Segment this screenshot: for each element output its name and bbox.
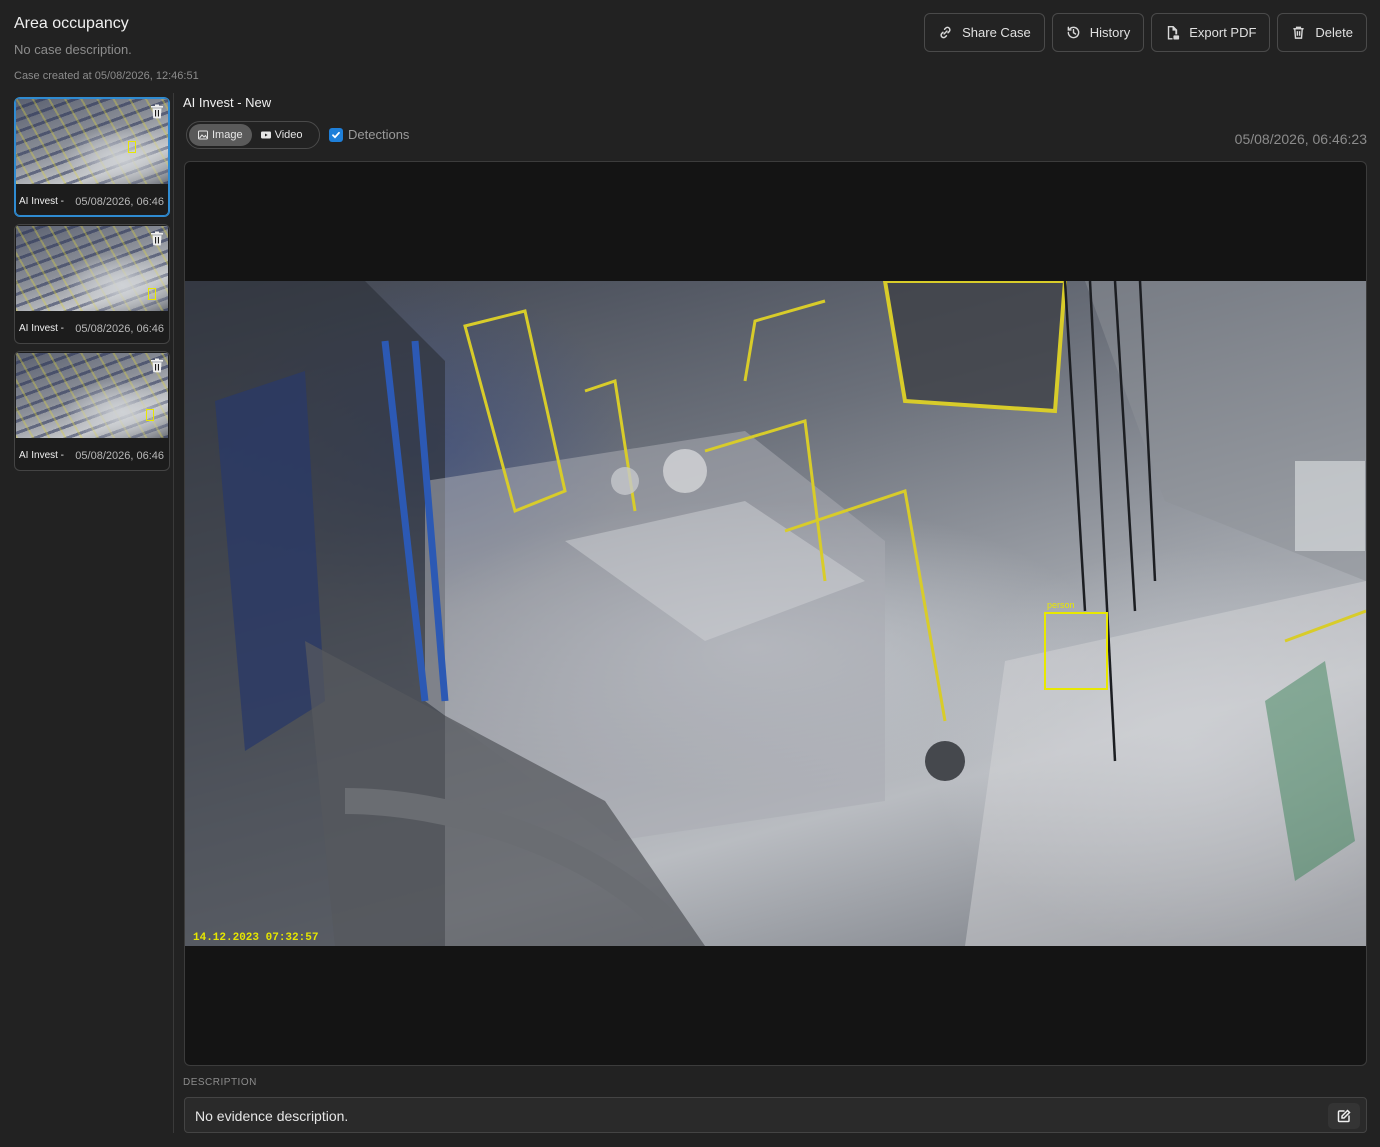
delete-evidence-button[interactable] — [148, 103, 165, 120]
history-button[interactable]: History — [1051, 13, 1145, 52]
evidence-thumbnail-image — [16, 353, 168, 438]
history-icon — [1067, 26, 1080, 39]
media-mode-toggle: Image Video — [186, 121, 320, 149]
factory-scene-illustration — [185, 281, 1366, 946]
image-mode-label: Image — [212, 129, 243, 141]
detections-label: Detections — [348, 127, 410, 142]
delete-evidence-button[interactable] — [148, 230, 165, 247]
case-created-date: Case created at 05/08/2026, 12:46:51 — [14, 70, 199, 82]
share-case-button[interactable]: Share Case — [924, 13, 1045, 52]
evidence-thumbnail-image — [16, 226, 168, 311]
check-icon — [332, 131, 340, 139]
share-case-label: Share Case — [962, 25, 1031, 40]
evidence-sidebar: AI Invest - New 05/08/2026, 06:46 AI Inv… — [14, 97, 170, 478]
frame-overlay-timestamp: 14.12.2023 07:32:57 — [193, 932, 319, 944]
evidence-thumbnail[interactable]: AI Invest - New 05/08/2026, 06:46 — [14, 97, 170, 217]
case-description: No case description. — [14, 42, 132, 57]
trash-icon — [150, 231, 163, 246]
evidence-description-field[interactable]: No evidence description. — [184, 1097, 1367, 1133]
thumbnail-camera-name: AI Invest - New — [19, 450, 67, 461]
trash-icon — [150, 104, 163, 119]
trash-icon — [1293, 26, 1305, 39]
thumbnail-camera-name: AI Invest - New — [19, 196, 67, 207]
pdf-file-icon — [1168, 25, 1180, 40]
detection-bounding-box[interactable] — [1044, 612, 1108, 690]
thumbnail-camera-name: AI Invest - New — [19, 323, 67, 334]
detections-checkbox[interactable] — [329, 127, 343, 142]
delete-case-button[interactable]: Delete — [1277, 13, 1367, 52]
image-mode-button[interactable]: Image — [189, 124, 252, 146]
case-toolbar: Share Case History Export PDF Delete — [924, 13, 1367, 52]
video-mode-label: Video — [274, 129, 303, 141]
evidence-viewer[interactable]: person 14.12.2023 07:32:57 — [184, 161, 1367, 1066]
evidence-frame-image: person 14.12.2023 07:32:57 — [185, 281, 1366, 946]
detections-toggle[interactable]: Detections — [329, 127, 409, 142]
detection-class-label: person — [1047, 600, 1075, 610]
thumbnail-timestamp: 05/08/2026, 06:46 — [75, 323, 164, 335]
evidence-timestamp: 05/08/2026, 06:46:23 — [1234, 131, 1367, 147]
evidence-camera-name: AI Invest - New — [183, 95, 272, 110]
link-icon — [940, 26, 951, 39]
history-label: History — [1089, 25, 1131, 40]
sidebar-divider — [173, 93, 174, 1133]
export-pdf-label: Export PDF — [1189, 25, 1257, 40]
thumbnail-timestamp: 05/08/2026, 06:46 — [75, 450, 164, 462]
evidence-thumbnail[interactable]: AI Invest - New 05/08/2026, 06:46 — [14, 351, 170, 471]
description-section-label: DESCRIPTION — [183, 1077, 257, 1088]
evidence-thumbnail-image — [16, 99, 168, 184]
delete-evidence-button[interactable] — [148, 357, 165, 374]
video-mode-button[interactable]: Video — [252, 124, 312, 146]
video-icon — [260, 131, 271, 139]
image-icon — [198, 130, 208, 140]
delete-case-label: Delete — [1315, 25, 1353, 40]
case-title: Area occupancy — [14, 15, 129, 32]
evidence-thumbnail[interactable]: AI Invest - New 05/08/2026, 06:46 — [14, 224, 170, 344]
evidence-description-text: No evidence description. — [195, 1108, 349, 1124]
edit-icon — [1337, 1109, 1351, 1123]
export-pdf-button[interactable]: Export PDF — [1151, 13, 1271, 52]
thumbnail-timestamp: 05/08/2026, 06:46 — [75, 196, 164, 208]
trash-icon — [150, 358, 163, 373]
edit-description-button[interactable] — [1328, 1103, 1360, 1129]
